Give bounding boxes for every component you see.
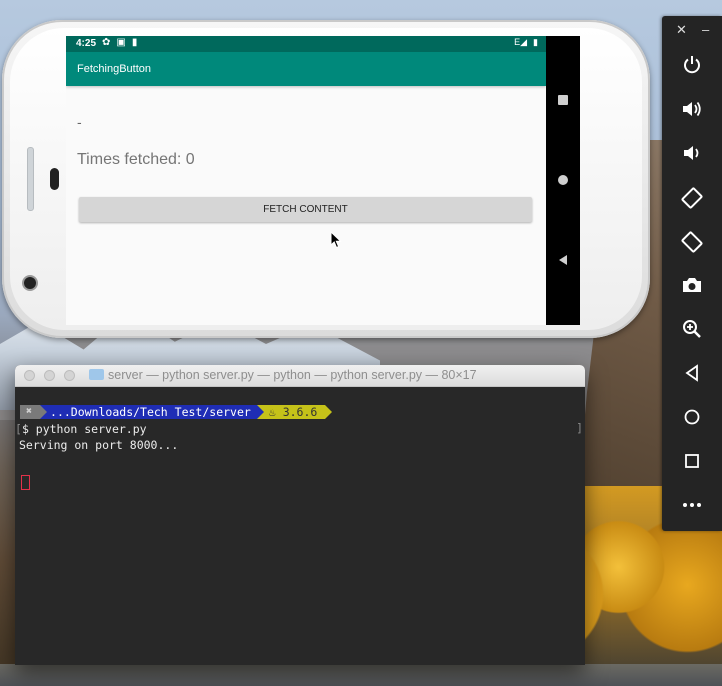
home-icon bbox=[558, 175, 568, 185]
rotate-right-button[interactable] bbox=[662, 224, 722, 258]
terminal-title: server — python server.py — python — pyt… bbox=[89, 368, 477, 382]
more-options-button[interactable] bbox=[662, 488, 722, 522]
minimize-window-button[interactable] bbox=[44, 370, 55, 381]
prompt-separator bbox=[256, 405, 264, 419]
emulator-toolbar: ✕ – bbox=[662, 16, 722, 531]
folder-icon bbox=[89, 369, 104, 380]
toolbar-window-controls: ✕ – bbox=[662, 22, 722, 42]
back-button[interactable] bbox=[546, 245, 580, 275]
mouse-pointer-icon bbox=[330, 231, 342, 249]
home-icon bbox=[684, 409, 700, 425]
fetch-content-button[interactable]: FETCH CONTENT bbox=[79, 197, 532, 222]
app-title: FetchingButton bbox=[77, 63, 151, 75]
prompt-python-version: ♨ 3.6.6 bbox=[256, 405, 326, 419]
volume-down-icon bbox=[684, 146, 699, 160]
times-fetched-label: Times fetched: 0 bbox=[77, 151, 195, 168]
overview-icon bbox=[685, 454, 699, 468]
sd-card-icon: ▮ bbox=[131, 37, 138, 48]
prompt-separator bbox=[325, 405, 333, 419]
terminal-cursor bbox=[21, 475, 30, 490]
phone-screen: 4:25 ✿ ▣ ▮ E◢ ▮ FetchingButton - Times f… bbox=[66, 36, 546, 325]
settings-gear-icon: ✿ bbox=[102, 37, 111, 48]
rotate-left-icon bbox=[681, 187, 703, 209]
recents-icon bbox=[558, 95, 568, 105]
prompt-separator bbox=[40, 405, 48, 419]
toolbar-home-button[interactable] bbox=[662, 400, 722, 434]
toolbar-back-button[interactable] bbox=[662, 356, 722, 390]
command-text: $ python server.py bbox=[21, 422, 147, 436]
signal-icon: E◢ bbox=[514, 37, 528, 47]
command-line: [$ python server.py bbox=[15, 422, 147, 436]
phone-speaker bbox=[27, 147, 34, 211]
terminal-body[interactable]: ✖ ...Downloads/Tech Test/server ♨ 3.6.6 … bbox=[15, 387, 585, 665]
zoom-window-button[interactable] bbox=[64, 370, 75, 381]
power-button[interactable] bbox=[662, 48, 722, 82]
wallpaper-lake bbox=[0, 664, 722, 686]
powerline-prompt: ✖ ...Downloads/Tech Test/server ♨ 3.6.6 bbox=[20, 405, 333, 419]
status-time: 4:25 bbox=[76, 38, 97, 49]
toolbar-minimize-button[interactable]: – bbox=[702, 22, 709, 37]
rotate-left-button[interactable] bbox=[662, 180, 722, 214]
back-icon bbox=[685, 364, 698, 382]
prompt-path: ...Downloads/Tech Test/server bbox=[40, 405, 257, 419]
recents-button[interactable] bbox=[546, 85, 580, 115]
android-nav-bar bbox=[546, 36, 580, 325]
zoom-icon bbox=[683, 320, 701, 338]
terminal-window: server — python server.py — python — pyt… bbox=[15, 365, 585, 665]
battery-icon: ▮ bbox=[533, 37, 538, 47]
more-icon bbox=[683, 503, 701, 507]
volume-down-button[interactable] bbox=[662, 136, 722, 170]
close-window-button[interactable] bbox=[24, 370, 35, 381]
status-notification-icons: ✿ ▣ ▮ bbox=[102, 37, 137, 48]
fetched-content-text: - bbox=[77, 114, 82, 130]
prompt-status-icon: ✖ bbox=[20, 405, 41, 419]
bracket: ] bbox=[576, 421, 583, 435]
toolbar-overview-button[interactable] bbox=[662, 444, 722, 478]
volume-up-icon bbox=[683, 101, 701, 117]
bracket: [ bbox=[15, 422, 22, 436]
volume-up-button[interactable] bbox=[662, 92, 722, 126]
status-bar: 4:25 ✿ ▣ ▮ E◢ ▮ bbox=[66, 36, 546, 52]
server-output-line: Serving on port 8000... bbox=[19, 438, 179, 452]
toolbar-close-button[interactable]: ✕ bbox=[676, 22, 687, 38]
phone-sensor bbox=[50, 168, 59, 190]
python-version-text: 3.6.6 bbox=[282, 405, 318, 419]
power-icon bbox=[684, 56, 700, 74]
zoom-button[interactable] bbox=[662, 312, 722, 346]
phone-camera bbox=[24, 277, 36, 289]
camera-icon bbox=[683, 278, 701, 292]
screenshot-button[interactable] bbox=[662, 268, 722, 302]
terminal-titlebar: server — python server.py — python — pyt… bbox=[15, 365, 585, 387]
app-bar: FetchingButton bbox=[66, 52, 546, 86]
terminal-title-text: server — python server.py — python — pyt… bbox=[108, 368, 477, 382]
python-icon: ♨ bbox=[268, 405, 283, 419]
status-system-icons: E◢ ▮ bbox=[514, 37, 538, 48]
back-icon bbox=[559, 255, 567, 265]
app-a-icon: ▣ bbox=[116, 37, 126, 48]
home-button[interactable] bbox=[546, 165, 580, 195]
rotate-right-icon bbox=[681, 231, 703, 253]
